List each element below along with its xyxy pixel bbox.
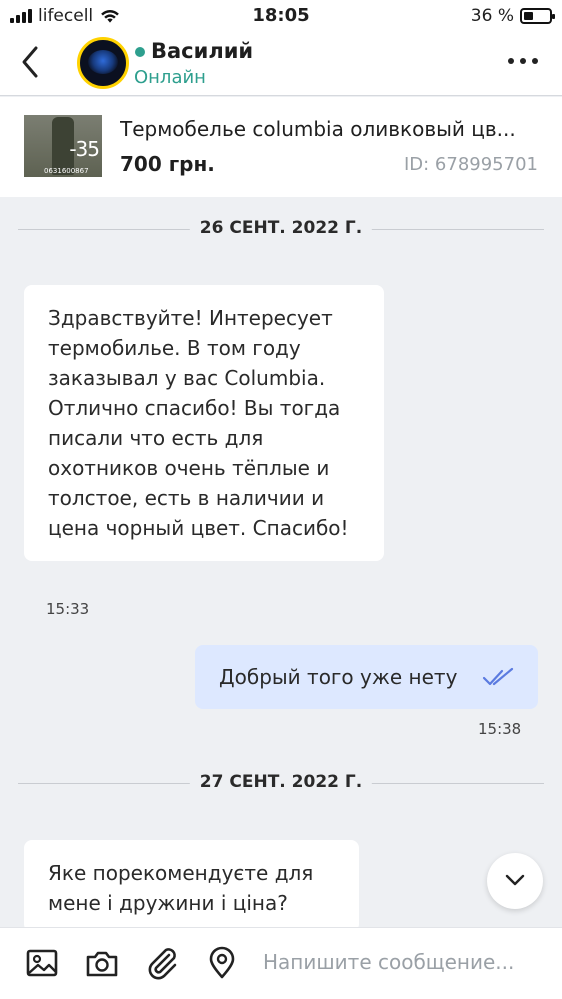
product-id: ID: 678995701 [403, 154, 538, 175]
date-separator: 27 СЕНТ. 2022 Г. [18, 772, 544, 796]
message-time: 15:38 [478, 720, 522, 738]
product-thumbnail[interactable]: -35 0631600867 [24, 115, 102, 177]
thumb-tag: -35 [69, 137, 100, 161]
product-price: 700 грн. [120, 152, 215, 176]
scroll-down-button[interactable] [487, 853, 543, 909]
double-check-icon [482, 667, 514, 686]
location-pin-icon[interactable] [205, 946, 239, 980]
incoming-message[interactable]: Яке порекомендуєте для мене і дружини і … [24, 840, 359, 932]
message-text: Яке порекомендуєте для мене і дружини і … [48, 861, 314, 915]
camera-icon[interactable] [85, 946, 119, 980]
chevron-down-icon [505, 874, 525, 886]
more-options-icon[interactable] [508, 58, 538, 64]
battery-percent: 36 % [470, 6, 514, 26]
message-text: Здравствуйте! Интересует термобилье. В т… [48, 306, 349, 540]
message-text: Добрый того уже нету [219, 665, 458, 689]
thumb-phone: 0631600867 [44, 167, 89, 175]
outgoing-message[interactable]: Добрый того уже нету [195, 645, 538, 709]
product-card[interactable]: -35 0631600867 Термобелье columbia оливк… [0, 97, 562, 197]
date-label: 27 СЕНТ. 2022 Г. [189, 772, 373, 792]
message-time: 15:33 [46, 600, 90, 618]
message-composer: Напишите сообщение... [0, 927, 562, 999]
attachment-icon[interactable] [145, 946, 179, 980]
chat-header: Василий Онлайн [0, 32, 562, 96]
online-indicator-icon [135, 47, 145, 57]
avatar[interactable] [77, 37, 129, 89]
gallery-icon[interactable] [25, 946, 59, 980]
date-label: 26 СЕНТ. 2022 Г. [189, 218, 373, 238]
incoming-message[interactable]: Здравствуйте! Интересует термобилье. В т… [24, 285, 384, 561]
date-separator: 26 СЕНТ. 2022 Г. [18, 218, 544, 242]
message-input[interactable]: Напишите сообщение... [263, 950, 514, 974]
product-title[interactable]: Термобелье columbia оливковый цв... [120, 117, 540, 141]
back-arrow-icon[interactable] [16, 42, 46, 82]
battery-icon [520, 8, 555, 24]
status-bar: lifecell 18:05 36 % [0, 0, 562, 32]
contact-status: Онлайн [134, 67, 206, 88]
battery-info: 36 % [470, 6, 555, 26]
contact-name[interactable]: Василий [151, 39, 253, 63]
